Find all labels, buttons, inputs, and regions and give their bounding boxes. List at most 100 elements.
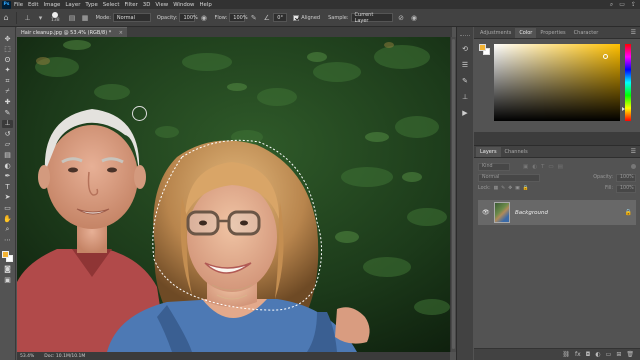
color-field[interactable]	[494, 44, 620, 121]
layer-kind-filter[interactable]: Kind	[478, 162, 510, 171]
clone-source-panel-icon[interactable]: ⊥	[460, 92, 470, 101]
chevron-down-icon[interactable]: ▾	[36, 13, 45, 22]
more-tools-icon[interactable]: ⋯	[2, 236, 13, 244]
pressure-size-icon[interactable]: ◉	[410, 13, 419, 22]
photoshop-logo[interactable]: Ps	[2, 0, 11, 9]
panel-menu-icon[interactable]: ☰	[631, 29, 636, 36]
lock-artboard-icon[interactable]: ▣	[515, 186, 520, 191]
zoom-tool-icon[interactable]: ⌕	[2, 226, 13, 234]
sample-select[interactable]: Current Layer	[350, 12, 393, 24]
fx-icon[interactable]: fx	[575, 351, 581, 358]
adjustment-filter-icon[interactable]: ◐	[532, 164, 537, 170]
tab-channels[interactable]: Channels	[501, 149, 532, 157]
type-filter-icon[interactable]: T	[541, 164, 544, 170]
dock-grip[interactable]	[460, 35, 470, 37]
new-group-icon[interactable]: ▭	[606, 351, 612, 358]
opacity-field[interactable]: 100%	[179, 13, 198, 22]
menu-type[interactable]: Type	[85, 2, 97, 8]
move-tool-icon[interactable]: ✥	[2, 35, 13, 43]
panel-menu-icon[interactable]: ☰	[631, 148, 636, 155]
link-layers-icon[interactable]: ⛓	[562, 351, 570, 358]
lock-all-icon[interactable]: 🔒	[523, 186, 529, 191]
menu-layer[interactable]: Layer	[65, 2, 80, 8]
hand-tool-icon[interactable]: ✋	[2, 215, 13, 223]
menu-image[interactable]: Image	[43, 2, 60, 8]
tab-character[interactable]: Character	[570, 30, 603, 38]
dodge-tool-icon[interactable]: ◐	[2, 162, 13, 170]
clone-source-icon[interactable]: ▦	[81, 13, 90, 22]
crop-tool-icon[interactable]: ⌗	[2, 77, 13, 85]
eraser-tool-icon[interactable]: ▱	[2, 141, 13, 149]
blend-mode-select[interactable]: Normal	[478, 173, 540, 182]
clone-stamp-tool-icon[interactable]: ⊥	[2, 119, 13, 128]
spot-healing-tool-icon[interactable]: ✚	[2, 99, 13, 107]
quick-mask-icon[interactable]: ◙	[2, 265, 13, 273]
foreground-color-swatch[interactable]	[479, 44, 486, 51]
trash-icon[interactable]: 🗑	[626, 351, 634, 358]
pixel-filter-icon[interactable]: ▣	[523, 164, 528, 170]
lock-pixels-icon[interactable]: ▦	[494, 186, 499, 191]
pressure-opacity-icon[interactable]: ◉	[199, 13, 208, 22]
clone-stamp-tool-icon[interactable]: ⊥	[23, 13, 32, 22]
history-brush-tool-icon[interactable]: ↺	[2, 130, 13, 138]
type-tool-icon[interactable]: T	[2, 183, 13, 191]
flow-field[interactable]: 100%	[229, 13, 248, 22]
layer-row[interactable]: 👁 Background 🔒	[478, 200, 636, 225]
share-icon[interactable]: ⇪	[631, 1, 636, 9]
magic-wand-tool-icon[interactable]: ✦	[2, 67, 13, 75]
brushes-panel-icon[interactable]: ✎	[460, 76, 470, 85]
tab-properties[interactable]: Properties	[536, 30, 569, 38]
gradient-tool-icon[interactable]: ▤	[2, 152, 13, 160]
add-mask-icon[interactable]: ◘	[586, 351, 591, 358]
angle-field[interactable]: 0°	[273, 13, 288, 22]
scrollbar-thumb[interactable]	[452, 39, 455, 349]
lasso-tool-icon[interactable]: ʘ	[2, 56, 13, 64]
layer-name[interactable]: Background	[515, 210, 548, 216]
menu-edit[interactable]: Edit	[28, 2, 38, 8]
eye-icon[interactable]: 👁	[482, 209, 490, 216]
lock-position-icon[interactable]: ✥	[508, 186, 512, 191]
tab-color[interactable]: Color	[515, 28, 537, 38]
airbrush-icon[interactable]: ✎	[249, 13, 258, 22]
pen-tool-icon[interactable]: ✒	[2, 173, 13, 181]
menu-help[interactable]: Help	[199, 2, 211, 8]
menu-3d[interactable]: 3D	[143, 2, 151, 8]
mode-select[interactable]: Normal	[112, 13, 151, 22]
lock-paint-icon[interactable]: ✎	[501, 186, 505, 191]
menu-view[interactable]: View	[155, 2, 168, 8]
zoom-level[interactable]: 53.4%	[20, 354, 34, 359]
close-icon[interactable]: ×	[119, 30, 123, 36]
document-tab[interactable]: Hair cleanup.jpg @ 53.4% (RGB/8) * ×	[17, 27, 127, 37]
properties-panel-icon[interactable]: ☰	[460, 60, 470, 69]
tab-layers[interactable]: Layers	[476, 147, 501, 157]
foreground-color-swatch[interactable]	[1, 250, 9, 258]
fill-field[interactable]: 100%	[616, 184, 636, 193]
brush-tool-icon[interactable]: ✎	[2, 109, 13, 117]
rectangle-tool-icon[interactable]: ▭	[2, 205, 13, 213]
hue-slider[interactable]	[625, 44, 631, 121]
shape-filter-icon[interactable]: ▭	[548, 164, 553, 170]
search-icon[interactable]: ⌕	[610, 1, 613, 9]
new-layer-icon[interactable]: ⊞	[616, 351, 621, 358]
layer-opacity-field[interactable]: 100%	[616, 173, 636, 182]
path-selection-tool-icon[interactable]: ➤	[2, 194, 13, 202]
color-picker-ring[interactable]	[603, 54, 608, 59]
ignore-adjustment-layers-icon[interactable]: ⊘	[397, 13, 406, 22]
menu-select[interactable]: Select	[103, 2, 120, 8]
filter-toggle[interactable]	[631, 164, 636, 169]
marquee-tool-icon[interactable]: ⬚	[2, 46, 13, 54]
tab-adjustments[interactable]: Adjustments	[476, 30, 515, 38]
screen-mode-icon[interactable]: ▣	[2, 276, 13, 284]
adjustment-layer-icon[interactable]: ◐	[595, 351, 600, 358]
document-canvas[interactable]	[17, 37, 450, 352]
menu-filter[interactable]: Filter	[124, 2, 137, 8]
hue-slider-handle[interactable]	[622, 107, 625, 111]
aligned-checkbox[interactable]	[293, 14, 300, 21]
panel-color-swatches[interactable]	[479, 44, 491, 56]
brush-settings-icon[interactable]: ▤	[68, 13, 77, 22]
eyedropper-tool-icon[interactable]: ⌿	[2, 88, 13, 96]
actions-panel-icon[interactable]: ▶	[460, 108, 470, 117]
home-icon[interactable]: ⌂	[0, 13, 12, 22]
workspace-icon[interactable]: ▭	[619, 1, 625, 9]
smart-object-filter-icon[interactable]: ▤	[558, 164, 563, 170]
